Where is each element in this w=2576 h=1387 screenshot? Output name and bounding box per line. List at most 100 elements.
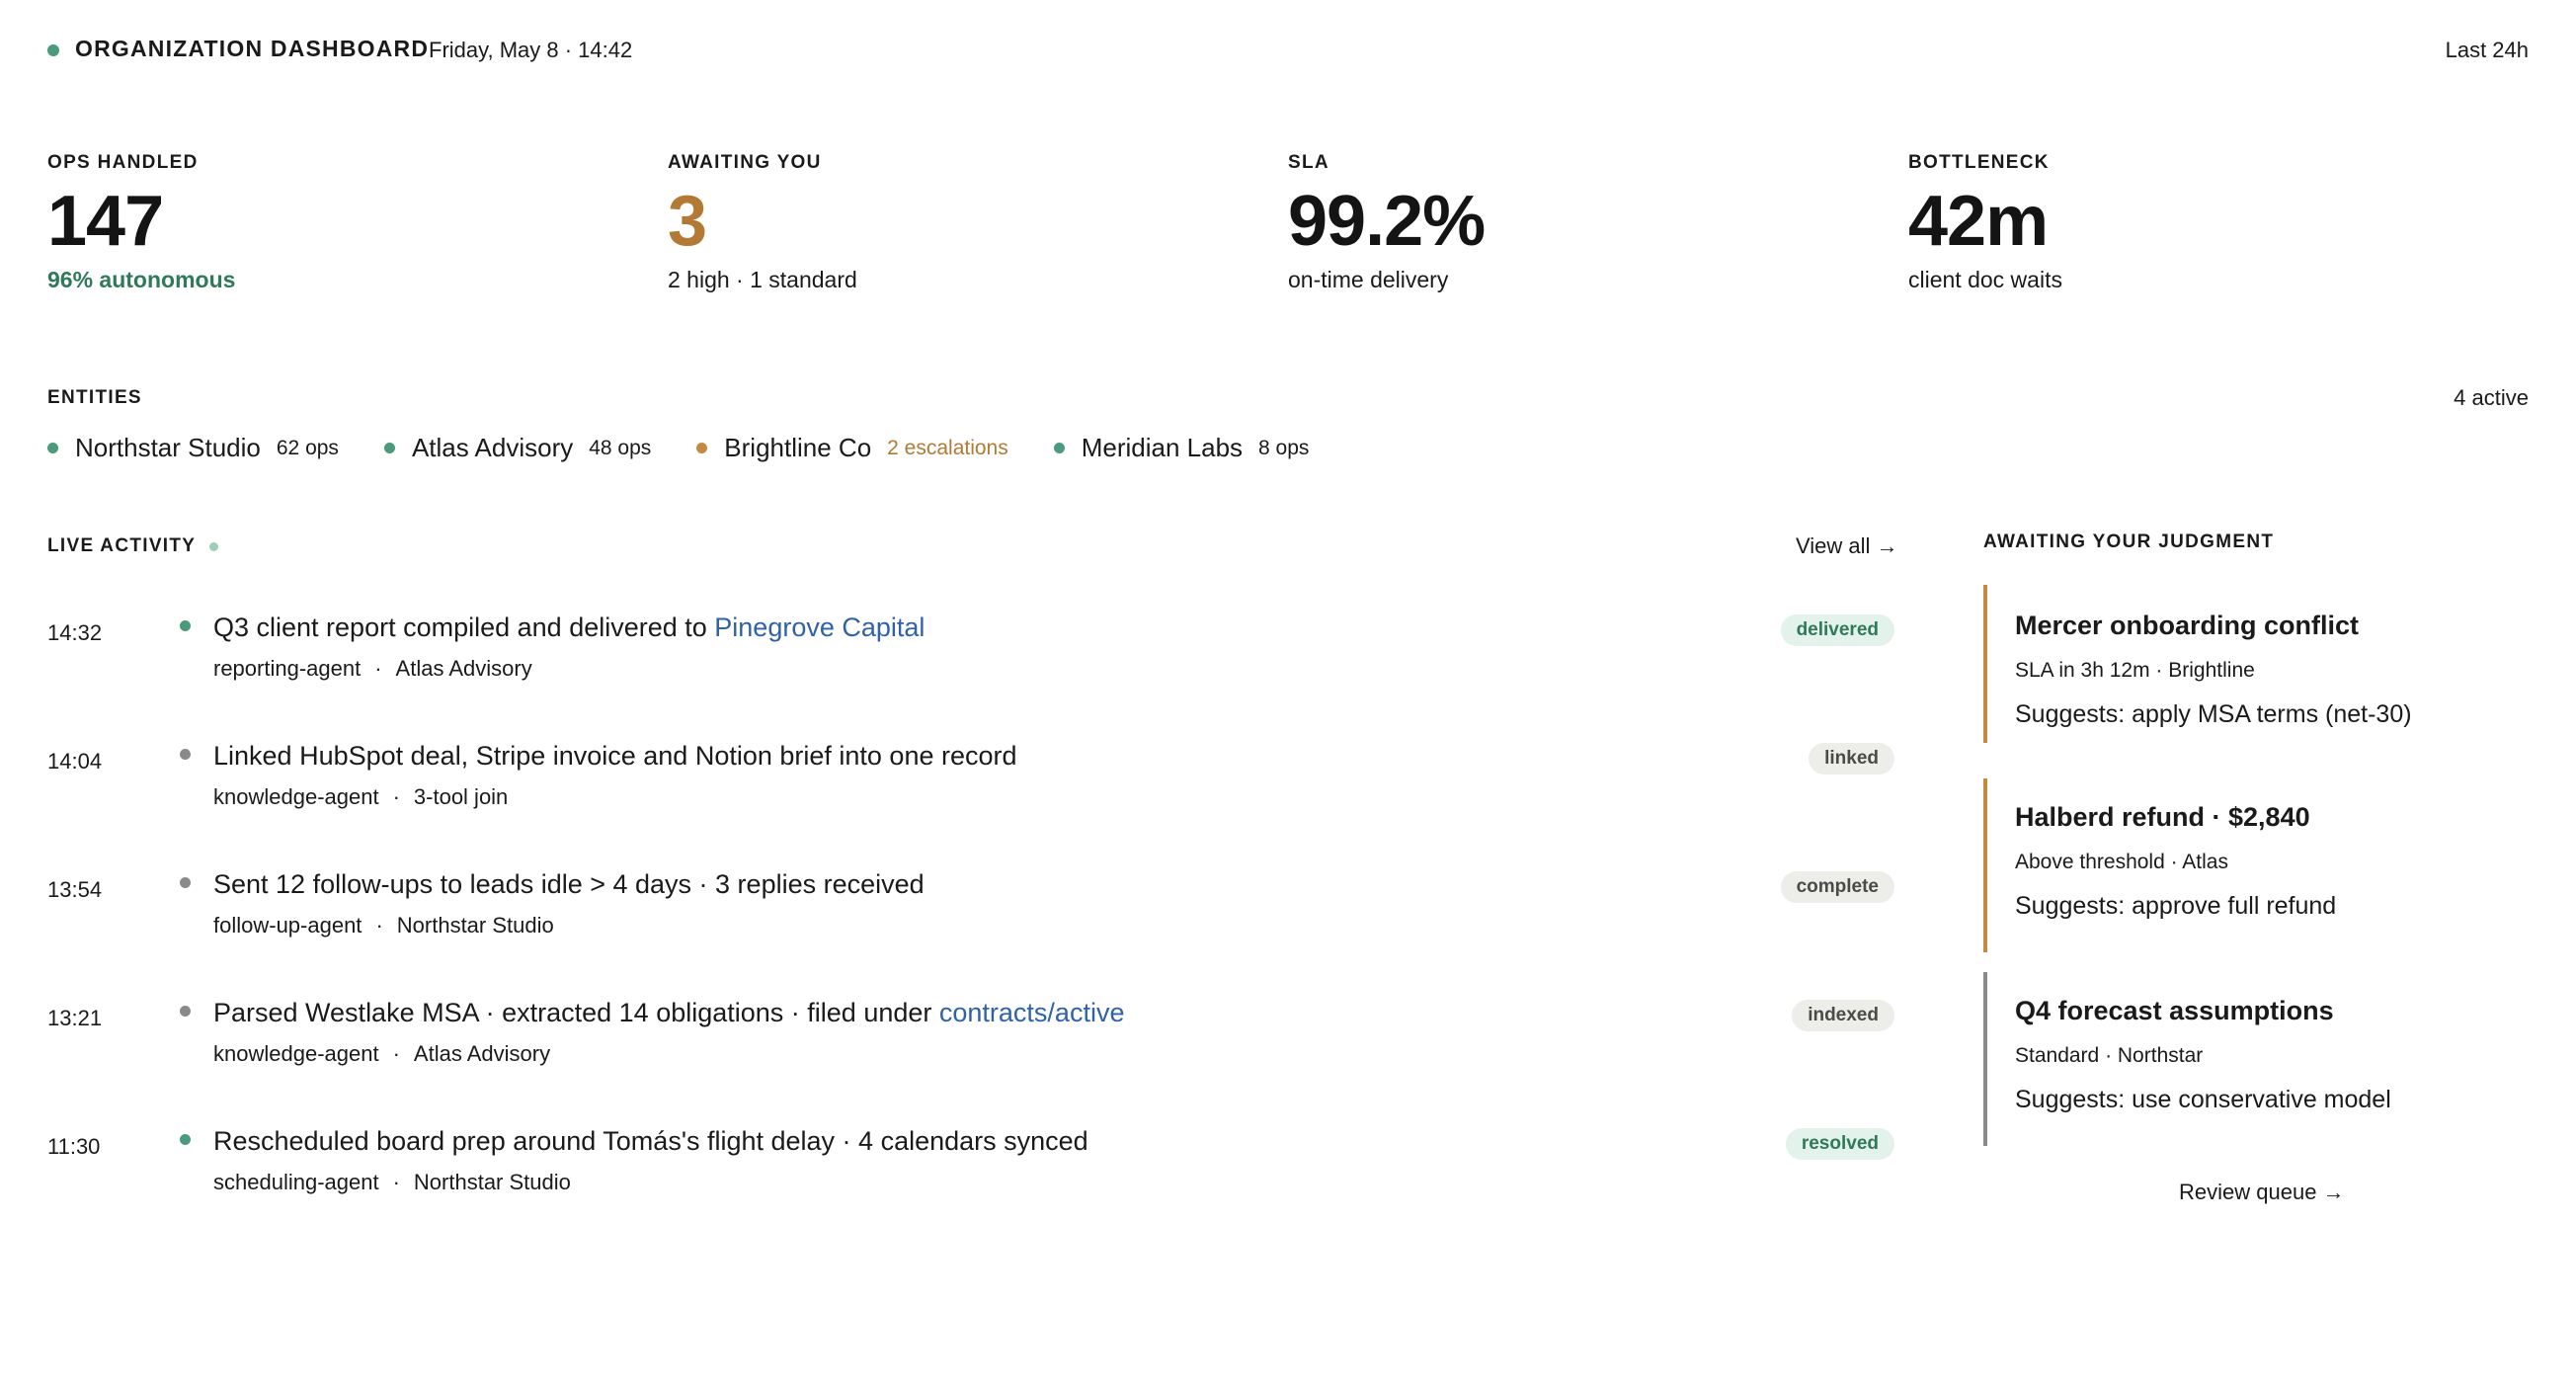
- activity-title-text: Q3 client report compiled and delivered …: [213, 612, 715, 642]
- activity-context: Atlas Advisory: [413, 1041, 551, 1066]
- status-badge: delivered: [1780, 614, 1894, 646]
- separator: ·: [374, 656, 382, 681]
- activity-item[interactable]: 14:04 Linked HubSpot deal, Stripe invoic…: [47, 741, 1894, 850]
- activity-link[interactable]: contracts/active: [939, 998, 1125, 1027]
- activity-title: Parsed Westlake MSA · extracted 14 oblig…: [213, 998, 1124, 1028]
- agent-name: knowledge-agent: [213, 784, 379, 809]
- activity-title-text: Rescheduled board prep around Tomás's fl…: [213, 1126, 1088, 1156]
- status-badge: complete: [1780, 871, 1894, 903]
- status-dot: [383, 443, 395, 453]
- activity-meta: knowledge-agent · 3-tool join: [213, 784, 508, 810]
- status-badge: linked: [1809, 743, 1894, 775]
- separator: ·: [375, 913, 383, 938]
- stat-label: BOTTLENECK: [1908, 152, 2050, 173]
- agent-name: knowledge-agent: [213, 1041, 379, 1066]
- live-activity-header: LIVE ACTIVITY: [47, 535, 219, 557]
- stat-value: 3: [668, 182, 707, 261]
- stat-sub: 96% autonomous: [47, 267, 236, 292]
- card-sub: Standard · Northstar: [2015, 1044, 2204, 1067]
- stat-sla: SLA 99.2% on-time delivery: [1288, 152, 1841, 293]
- activity-title-text: Sent 12 follow-ups to leads idle > 4 day…: [213, 869, 925, 899]
- entity-name: Northstar Studio: [75, 433, 261, 462]
- stat-sub: 2 high · 1 standard: [668, 267, 857, 292]
- activity-context: Northstar Studio: [396, 913, 554, 938]
- status-dot: [180, 1006, 191, 1017]
- agent-name: scheduling-agent: [213, 1170, 379, 1194]
- stat-value: 99.2%: [1288, 182, 1486, 261]
- activity-item[interactable]: 14:32 Q3 client report compiled and deli…: [47, 612, 1894, 721]
- activity-title-text: Linked HubSpot deal, Stripe invoice and …: [213, 741, 1017, 771]
- judgment-card[interactable]: Mercer onboarding conflict SLA in 3h 12m…: [1983, 585, 2536, 743]
- stat-awaiting-you: AWAITING YOU 3 2 high · 1 standard: [668, 152, 1221, 293]
- separator: ·: [392, 784, 400, 809]
- status-dot: [180, 877, 191, 888]
- stat-label: SLA: [1288, 152, 1329, 173]
- entity-meta: 8 ops: [1258, 436, 1310, 459]
- activity-title-text: Parsed Westlake MSA · extracted 14 oblig…: [213, 998, 939, 1027]
- activity-meta: follow-up-agent · Northstar Studio: [213, 913, 554, 938]
- activity-title: Rescheduled board prep around Tomás's fl…: [213, 1126, 1088, 1157]
- entity-northstar-studio[interactable]: Northstar Studio 62 ops: [47, 433, 339, 463]
- agent-name: reporting-agent: [213, 656, 362, 681]
- date-time: Friday, May 8 · 14:42: [429, 38, 633, 62]
- card-title: Mercer onboarding conflict: [2015, 611, 2360, 640]
- activity-meta: reporting-agent · Atlas Advisory: [213, 656, 532, 682]
- activity-time: 14:32: [47, 620, 103, 645]
- card-title: Halberd refund · $2,840: [2015, 802, 2310, 832]
- status-dot: [696, 443, 708, 453]
- judgment-label: AWAITING YOUR JUDGMENT: [1983, 531, 2275, 552]
- entity-meta: 62 ops: [276, 436, 339, 459]
- stat-label: OPS HANDLED: [47, 152, 199, 173]
- status-dot: [1053, 443, 1065, 453]
- stat-value: 147: [47, 182, 164, 261]
- stat-ops-handled: OPS HANDLED 147 96% autonomous: [47, 152, 601, 293]
- status-dot: [47, 44, 59, 56]
- entities-label: ENTITIES: [47, 387, 142, 408]
- status-dot: [180, 749, 191, 760]
- activity-link[interactable]: Pinegrove Capital: [714, 612, 925, 642]
- activity-time: 13:54: [47, 877, 103, 902]
- separator: ·: [392, 1041, 400, 1066]
- status-dot: [180, 620, 191, 631]
- activity-time: 13:21: [47, 1006, 103, 1030]
- activity-meta: scheduling-agent · Northstar Studio: [213, 1170, 571, 1195]
- status-badge: resolved: [1785, 1128, 1894, 1160]
- card-suggestion: Suggests: use conservative model: [2015, 1086, 2391, 1113]
- entity-atlas-advisory[interactable]: Atlas Advisory 48 ops: [383, 433, 651, 463]
- entity-name: Atlas Advisory: [411, 433, 574, 462]
- view-all-link[interactable]: View all →: [1796, 533, 1898, 559]
- entity-meta: 2 escalations: [887, 436, 1008, 459]
- activity-item[interactable]: 13:21 Parsed Westlake MSA · extracted 14…: [47, 998, 1894, 1106]
- page-title: ORGANIZATION DASHBOARD: [75, 36, 430, 61]
- status-dot: [180, 1134, 191, 1145]
- card-sub: Above threshold · Atlas: [2015, 851, 2228, 873]
- live-activity-label: LIVE ACTIVITY: [47, 535, 197, 556]
- activity-item[interactable]: 13:54 Sent 12 follow-ups to leads idle >…: [47, 869, 1894, 978]
- stat-sub: on-time delivery: [1288, 267, 1449, 292]
- card-sub: SLA in 3h 12m · Brightline: [2015, 659, 2255, 682]
- status-dot: [47, 443, 58, 453]
- entity-meridian-labs[interactable]: Meridian Labs 8 ops: [1053, 433, 1310, 463]
- review-queue-link[interactable]: Review queue →: [2179, 1180, 2345, 1205]
- activity-time: 14:04: [47, 749, 103, 774]
- activity-meta: knowledge-agent · Atlas Advisory: [213, 1041, 550, 1067]
- activity-title: Sent 12 follow-ups to leads idle > 4 day…: [213, 869, 925, 900]
- stat-label: AWAITING YOU: [668, 152, 822, 173]
- agent-name: follow-up-agent: [213, 913, 362, 938]
- judgment-card[interactable]: Q4 forecast assumptions Standard · North…: [1983, 972, 2536, 1146]
- activity-title: Q3 client report compiled and delivered …: [213, 612, 925, 643]
- activity-context: 3-tool join: [413, 784, 509, 809]
- stat-sub: client doc waits: [1908, 267, 2062, 292]
- activity-item[interactable]: 11:30 Rescheduled board prep around Tomá…: [47, 1126, 1894, 1235]
- judgment-card[interactable]: Halberd refund · $2,840 Above threshold …: [1983, 778, 2536, 952]
- status-badge: indexed: [1792, 1000, 1894, 1031]
- live-indicator-dot: [209, 541, 219, 551]
- stat-value: 42m: [1908, 182, 2049, 261]
- entity-name: Brightline Co: [724, 433, 872, 462]
- entity-brightline-co[interactable]: Brightline Co 2 escalations: [696, 433, 1008, 463]
- activity-context: Atlas Advisory: [395, 656, 532, 681]
- entity-name: Meridian Labs: [1081, 433, 1244, 462]
- time-range-selector[interactable]: Last 24h: [2446, 38, 2529, 63]
- card-suggestion: Suggests: approve full refund: [2015, 892, 2337, 920]
- card-title: Q4 forecast assumptions: [2015, 996, 2334, 1025]
